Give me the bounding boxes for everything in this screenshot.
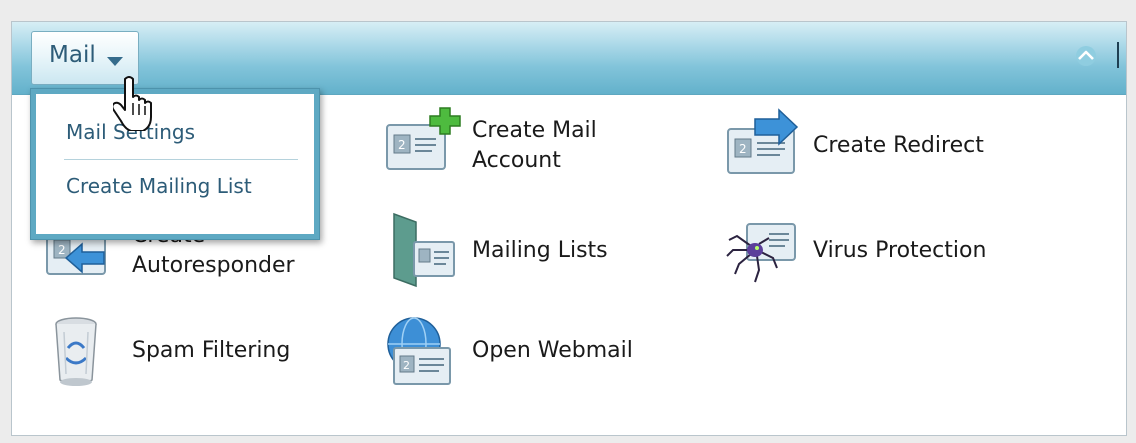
chevron-up-icon[interactable] bbox=[1075, 45, 1097, 67]
mail-dropdown-menu: Mail Settings Create Mailing List bbox=[30, 88, 320, 240]
menu-item-create-mailing-list[interactable]: Create Mailing List bbox=[66, 174, 252, 198]
virus-protection-label: Virus Protection bbox=[813, 238, 987, 263]
chevron-down-icon bbox=[107, 57, 123, 66]
svg-text:2: 2 bbox=[403, 359, 410, 372]
dropdown-body: Mail Settings Create Mailing List bbox=[36, 94, 314, 234]
mailing-lists-label: Mailing Lists bbox=[472, 238, 608, 263]
svg-text:2: 2 bbox=[398, 138, 406, 152]
mailing-lists-icon bbox=[393, 212, 455, 288]
open-webmail-tool[interactable]: 2 Open Webmail bbox=[384, 312, 684, 392]
mail-panel: Mail 2 Create Mail Account 2 Create Redi… bbox=[11, 21, 1127, 436]
svg-text:2: 2 bbox=[739, 142, 747, 156]
mailing-lists-tool[interactable]: Mailing Lists bbox=[384, 212, 684, 292]
create-mail-account-tool[interactable]: 2 Create Mail Account bbox=[384, 107, 684, 187]
mail-redirect-icon: 2 bbox=[727, 108, 799, 174]
create-redirect-tool[interactable]: 2 Create Redirect bbox=[725, 107, 1045, 187]
create-mail-account-label: Create Mail Account bbox=[472, 118, 597, 173]
hand-cursor-icon bbox=[113, 76, 152, 131]
svg-text:2: 2 bbox=[58, 243, 66, 257]
virus-protection-tool[interactable]: Virus Protection bbox=[725, 212, 1045, 292]
mail-card-add-icon: 2 bbox=[386, 107, 461, 170]
open-webmail-label: Open Webmail bbox=[472, 338, 633, 363]
virus-protection-icon bbox=[726, 223, 796, 283]
header-divider bbox=[1117, 42, 1119, 68]
panel-header: Mail bbox=[12, 22, 1126, 95]
spam-filtering-tool[interactable]: Spam Filtering bbox=[44, 312, 344, 392]
create-redirect-label: Create Redirect bbox=[813, 133, 984, 158]
recycle-bin-icon bbox=[55, 317, 97, 386]
menu-divider bbox=[64, 159, 298, 160]
webmail-globe-icon: 2 bbox=[387, 317, 451, 385]
mail-menu-label: Mail bbox=[49, 42, 96, 68]
spam-filtering-label: Spam Filtering bbox=[132, 338, 291, 363]
